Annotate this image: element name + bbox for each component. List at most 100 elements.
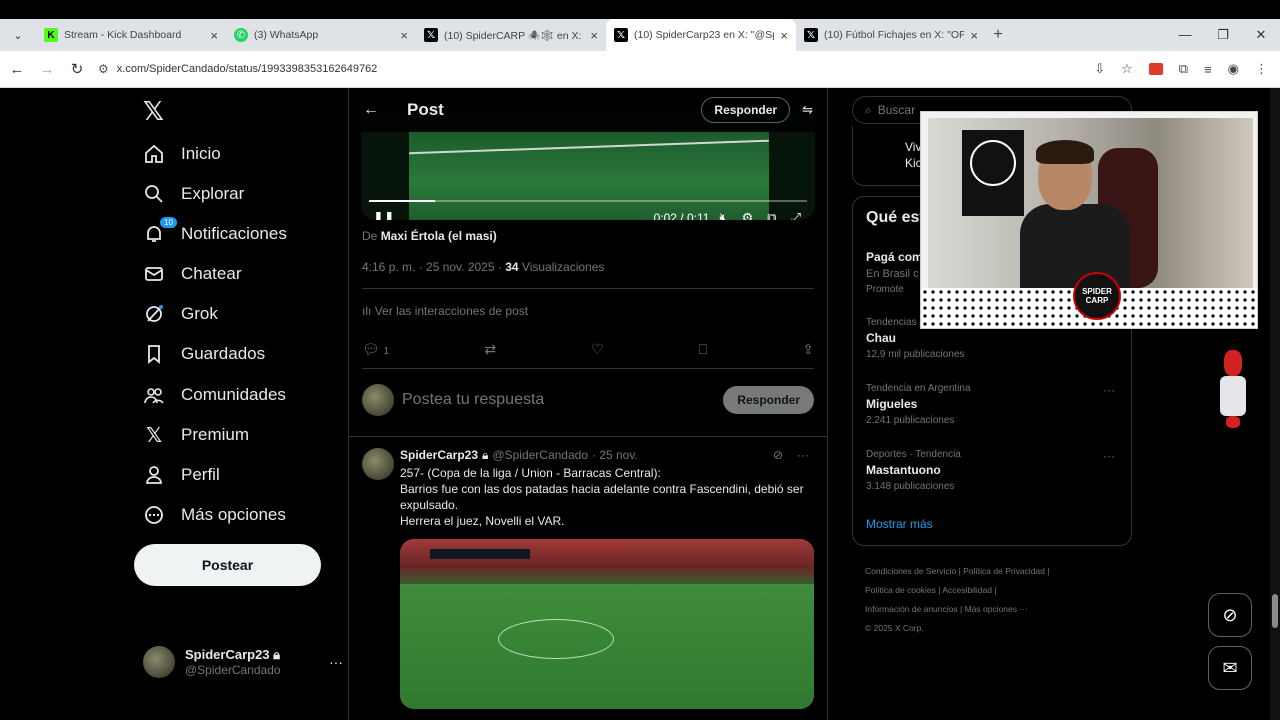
new-tab-icon[interactable]: + <box>986 26 1010 44</box>
bookmark-action-icon[interactable]: ⎕ <box>699 341 707 358</box>
trend-item[interactable]: Tendencia en Argentina Migueles 2.241 pu… <box>866 383 1121 426</box>
search-placeholder: Buscar <box>877 103 916 117</box>
reply-header-button[interactable]: Responder <box>701 97 791 123</box>
from-name[interactable]: Maxi Értola (el masi) <box>381 229 497 243</box>
tab-x-spidercarp[interactable]: 𝕏 (10) SpiderCARP 🕷️🕸️ en X: "L × <box>416 19 606 51</box>
tab-title: (10) SpiderCARP 🕷️🕸️ en X: "L <box>444 29 585 42</box>
nav-item-grok[interactable]: Grok <box>143 303 218 325</box>
profile-icon[interactable]: ◉ <box>1228 61 1239 77</box>
scrollbar[interactable] <box>1270 88 1280 720</box>
more-dots-icon[interactable]: ··· <box>1103 383 1115 397</box>
share-icon[interactable]: ⇪ <box>802 341 814 358</box>
reply-action[interactable]: 💬︎ 1 <box>362 341 389 358</box>
close-tab-icon[interactable]: × <box>970 28 978 43</box>
like-icon[interactable]: ♡ <box>591 341 604 358</box>
nav-item-premium[interactable]: 𝕏 Premium <box>143 424 249 447</box>
home-icon <box>143 143 165 165</box>
pause-icon[interactable]: ❚❚ <box>373 210 395 220</box>
pip-icon[interactable]: ⧉ <box>767 210 776 220</box>
grok-fab-icon[interactable]: ⊘ <box>1208 593 1252 637</box>
tab-search-icon[interactable]: ⌄ <box>8 25 28 45</box>
footer-link[interactable]: Accesibilidad <box>942 585 992 595</box>
footer-link[interactable]: Más opciones ··· <box>965 604 1028 614</box>
tweet-date[interactable]: · 25 nov. <box>592 448 638 463</box>
x-premium-icon: 𝕏 <box>145 424 163 447</box>
reply-submit-button[interactable]: Responder <box>723 386 814 414</box>
nav-item-inicio[interactable]: Inicio <box>143 143 221 165</box>
url-field[interactable]: ⚙ x.com/SpiderCandado/status/19933983531… <box>98 56 1038 82</box>
media-icon[interactable]: ≡ <box>1204 62 1212 77</box>
bell-icon: 10 <box>143 217 177 245</box>
extension-icon[interactable] <box>1148 63 1163 75</box>
close-tab-icon[interactable]: × <box>780 28 788 43</box>
adjust-icon[interactable]: ⇋ <box>802 102 813 118</box>
settings-icon[interactable]: ⚙ <box>742 210 754 220</box>
restore-icon[interactable]: ❐ <box>1204 19 1242 51</box>
close-tab-icon[interactable]: × <box>590 28 598 43</box>
reload-icon[interactable]: ↻ <box>64 60 90 78</box>
from-prefix: De <box>362 229 378 243</box>
close-tab-icon[interactable]: × <box>400 28 408 43</box>
video-controls: ❚❚ 0:02 / 0:11 🔇︎ ⚙ ⧉ ⤢ <box>361 210 815 220</box>
repost-icon[interactable]: ⇄ <box>484 341 496 358</box>
reply-count: 1 <box>383 346 390 357</box>
more-dots-icon[interactable]: ··· <box>797 448 809 462</box>
tab-x-futbol[interactable]: 𝕏 (10) Fútbol Fichajes en X: "OFIC × <box>796 19 986 51</box>
nav-item-guardados[interactable]: Guardados <box>143 343 265 365</box>
video-progress[interactable] <box>369 200 807 202</box>
more-dots-icon[interactable]: ··· <box>329 654 343 670</box>
spiderman-poster <box>962 130 1024 216</box>
tweet-author-handle[interactable]: @SpiderCandado <box>492 448 588 463</box>
tweet-author-name[interactable]: SpiderCarp23 <box>400 448 478 463</box>
back-arrow-icon[interactable]: ← <box>363 101 383 119</box>
nav-item-comunidades[interactable]: Comunidades <box>143 384 286 406</box>
x-logo-icon[interactable]: 𝕏 <box>143 96 164 127</box>
more-dots-icon[interactable]: ··· <box>1103 449 1115 463</box>
media-crowd <box>400 539 814 584</box>
show-more-link[interactable]: Mostrar más <box>866 517 933 531</box>
x-icon: 𝕏 <box>804 28 818 42</box>
star-icon[interactable]: ☆ <box>1121 61 1133 77</box>
trends-title: Qué está pasando <box>866 209 926 226</box>
nav-item-perfil[interactable]: Perfil <box>143 464 220 486</box>
trend-item[interactable]: Deportes · Tendencia Mastantuono 3.148 p… <box>866 449 1121 492</box>
x-icon: 𝕏 <box>424 28 438 42</box>
close-window-icon[interactable]: ✕ <box>1242 19 1280 51</box>
tab-whatsapp[interactable]: ✆ (3) WhatsApp × <box>226 19 416 51</box>
person-icon <box>143 464 165 486</box>
nav-item-mas-opciones[interactable]: Más opciones <box>143 504 286 526</box>
messages-fab-icon[interactable]: ✉ <box>1208 646 1252 690</box>
reply-input[interactable]: Postea tu respuesta <box>402 391 544 409</box>
footer-link[interactable]: Condiciones de Servicio <box>865 566 956 576</box>
menu-icon[interactable]: ⋮ <box>1255 61 1268 77</box>
puzzle-icon[interactable]: ⧉ <box>1179 61 1188 77</box>
video-time: 0:02 / 0:11 <box>653 211 710 220</box>
video-progress-fill <box>369 200 435 202</box>
view-interactions-link[interactable]: ılı Ver las interacciones de post <box>362 304 528 318</box>
tweet-media-video[interactable] <box>400 539 814 709</box>
fullscreen-icon[interactable]: ⤢ <box>791 210 801 220</box>
nav-item-notificaciones[interactable]: 10 Notificaciones <box>143 217 287 245</box>
tab-x-active[interactable]: 𝕏 (10) SpiderCarp23 en X: "@Spid × <box>606 19 796 51</box>
grok-icon[interactable]: ⊘ <box>773 448 783 462</box>
minimize-icon[interactable]: — <box>1166 19 1204 51</box>
footer-link[interactable]: Política de Privacidad <box>963 566 1045 576</box>
scrollbar-thumb[interactable] <box>1272 594 1278 628</box>
account-switcher[interactable]: SpiderCarp23 🔒︎ @SpiderCandado ··· <box>143 646 343 678</box>
install-icon[interactable]: ⇩ <box>1094 61 1105 77</box>
forward-icon[interactable]: → <box>34 61 60 78</box>
post-button[interactable]: Postear <box>134 544 321 586</box>
chart-icon: ılı <box>362 304 372 318</box>
close-tab-icon[interactable]: × <box>210 28 218 43</box>
mute-icon[interactable]: 🔇︎ <box>719 210 727 220</box>
nav-item-chatear[interactable]: Chatear <box>143 263 241 285</box>
footer-link[interactable]: Información de anuncios <box>865 604 958 614</box>
footer-link[interactable]: Política de cookies <box>865 585 936 595</box>
site-info-icon[interactable]: ⚙ <box>98 62 109 76</box>
divider <box>349 436 827 437</box>
tab-kick[interactable]: K Stream - Kick Dashboard × <box>36 19 226 51</box>
post-time[interactable]: 4:16 p. m. · 25 nov. 2025 · <box>362 260 502 274</box>
nav-item-explorar[interactable]: Explorar <box>143 183 244 205</box>
trend-name: Mastantuono <box>866 463 941 477</box>
back-icon[interactable]: ← <box>4 61 30 78</box>
